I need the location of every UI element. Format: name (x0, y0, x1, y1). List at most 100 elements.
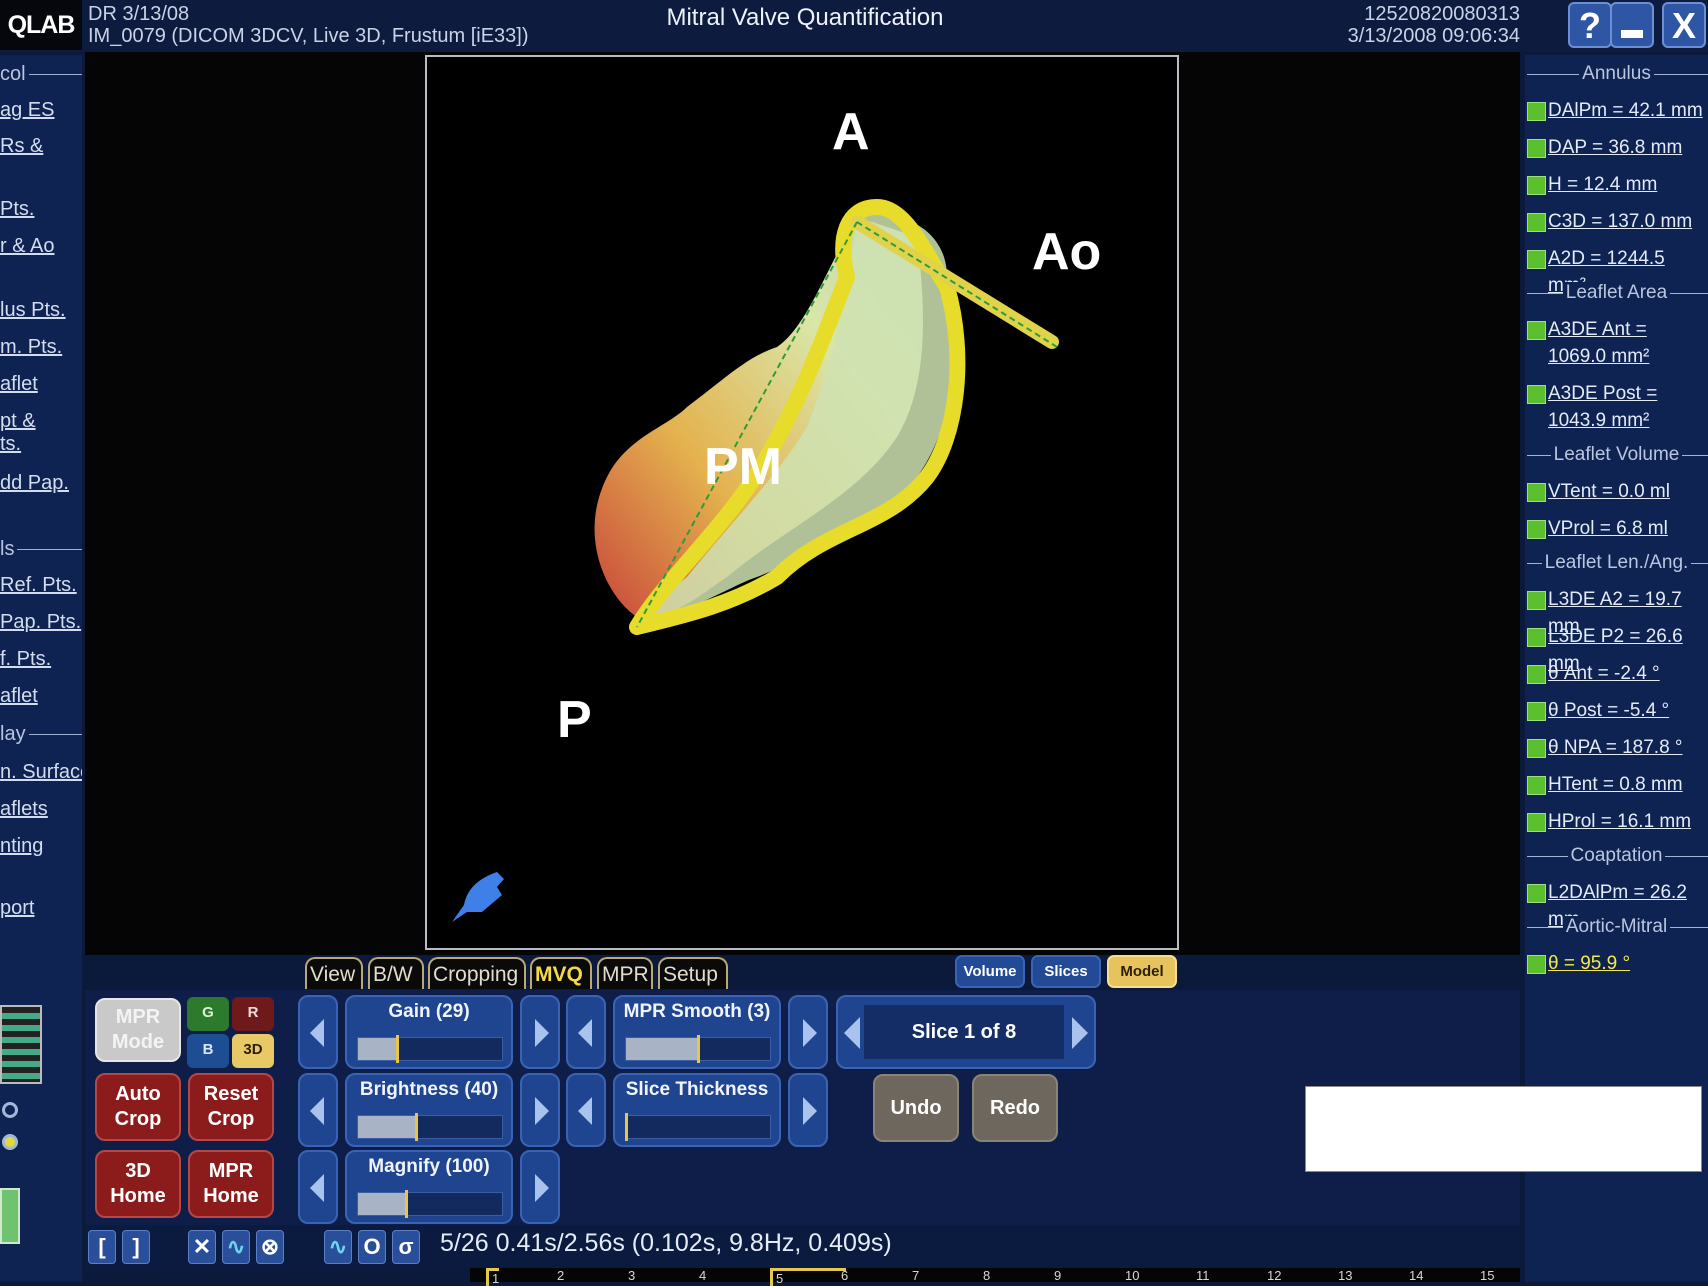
reset-crop-button[interactable]: Reset Crop (188, 1073, 274, 1141)
measurement-checkbox[interactable] (1527, 321, 1546, 340)
3d-home-button[interactable]: 3D Home (95, 1150, 181, 1218)
timeline-tick[interactable]: 15 (1480, 1268, 1494, 1283)
protocol-item[interactable]: dd Pap. (0, 472, 69, 495)
brightness-slider-thumb[interactable] (414, 1113, 418, 1141)
timeline-tick[interactable]: 12 (1267, 1268, 1281, 1283)
measurement-checkbox[interactable] (1527, 102, 1546, 121)
view-mode-model[interactable]: Model (1107, 955, 1177, 988)
measurement-value[interactable]: A3DE Post = 1043.9 mm² (1548, 380, 1706, 434)
measurement-value[interactable]: HProl = 16.1 mm (1548, 808, 1706, 835)
blue-channel-button[interactable]: B (187, 1034, 229, 1068)
loop-start-icon[interactable]: [ (88, 1230, 116, 1264)
protocol-item[interactable]: Rs & (0, 135, 43, 158)
protocol-item[interactable]: aflets (0, 798, 48, 821)
measurement-checkbox[interactable] (1527, 665, 1546, 684)
previous-slice-icon[interactable] (844, 1017, 860, 1049)
magnify-increase-button[interactable] (520, 1150, 560, 1224)
magnify-decrease-button[interactable] (298, 1150, 338, 1224)
next-slice-icon[interactable] (1072, 1017, 1088, 1049)
tab-mpr[interactable]: MPR (597, 957, 653, 989)
measurement-value[interactable]: HTent = 0.8 mm (1548, 771, 1706, 798)
timeline-tick[interactable]: 6 (841, 1268, 848, 1283)
view-mode-volume[interactable]: Volume (955, 955, 1025, 988)
protocol-item[interactable]: aflet (0, 685, 38, 708)
protocol-item[interactable]: Ref. Pts. (0, 574, 77, 597)
radio-option-1[interactable] (2, 1102, 18, 1118)
green-channel-button[interactable]: G (187, 997, 229, 1031)
red-channel-button[interactable]: R (232, 997, 274, 1031)
timeline-tick[interactable]: 13 (1338, 1268, 1352, 1283)
mpr-smooth-slider[interactable]: MPR Smooth (3) (613, 995, 781, 1069)
3d-channel-button[interactable]: 3D (232, 1034, 274, 1068)
mpr-home-button[interactable]: MPR Home (188, 1150, 274, 1218)
timeline-tick[interactable]: 2 (557, 1268, 564, 1283)
redo-button[interactable]: Redo (972, 1074, 1058, 1142)
slice-thickness-increase-button[interactable] (788, 1073, 828, 1147)
timeline-tick[interactable]: 5 (770, 1268, 846, 1286)
cine-thumbnail-icon[interactable] (0, 1005, 42, 1084)
timeline-tick[interactable]: 10 (1125, 1268, 1139, 1283)
measurement-value[interactable]: VTent = 0.0 ml (1548, 478, 1706, 505)
measurement-value[interactable]: θ Ant = -2.4 ° (1548, 660, 1706, 687)
protocol-item[interactable]: m. Pts. (0, 336, 62, 359)
close-button[interactable]: X (1662, 2, 1706, 48)
protocol-item[interactable]: f. Pts. (0, 648, 51, 671)
ecg-add-icon[interactable]: ∿ (324, 1230, 352, 1264)
measurement-checkbox[interactable] (1527, 483, 1546, 502)
tab-setup[interactable]: Setup (658, 957, 728, 989)
measurement-checkbox[interactable] (1527, 385, 1546, 404)
timeline-tick[interactable]: 11 (1196, 1268, 1210, 1283)
measurement-checkbox[interactable] (1527, 628, 1546, 647)
loop-end-icon[interactable]: ] (122, 1230, 150, 1264)
heart-orientation-icon[interactable] (442, 857, 512, 932)
measurement-checkbox[interactable] (1527, 955, 1546, 974)
auto-crop-button[interactable]: Auto Crop (95, 1073, 181, 1141)
cancel-icon[interactable]: ⊗ (256, 1230, 284, 1264)
measurement-checkbox[interactable] (1527, 739, 1546, 758)
protocol-item[interactable]: aflet (0, 373, 38, 396)
frame-timeline[interactable]: 1 2 3 4 5 6 7 8 9 10 11 12 13 14 15 (470, 1268, 1520, 1286)
timeline-tick[interactable]: 7 (912, 1268, 919, 1283)
add-marker-icon[interactable]: σ (392, 1230, 420, 1264)
measurement-value[interactable]: DAlPm = 42.1 mm (1548, 97, 1706, 124)
help-button[interactable]: ? (1568, 2, 1612, 48)
measurement-checkbox[interactable] (1527, 213, 1546, 232)
view-mode-slices[interactable]: Slices (1031, 955, 1101, 988)
measurement-checkbox[interactable] (1527, 776, 1546, 795)
measurement-checkbox[interactable] (1527, 813, 1546, 832)
measurement-checkbox[interactable] (1527, 520, 1546, 539)
tab-bw[interactable]: B/W (368, 957, 424, 989)
timeline-tick[interactable]: 8 (983, 1268, 990, 1283)
protocol-item[interactable]: n. Surface (0, 761, 82, 784)
protocol-item[interactable]: r & Ao (0, 235, 54, 258)
measurement-value[interactable]: H = 12.4 mm (1548, 171, 1706, 198)
magnify-slider[interactable]: Magnify (100) (345, 1150, 513, 1224)
protocol-item[interactable]: Pts. (0, 198, 34, 221)
gain-decrease-button[interactable] (298, 995, 338, 1069)
ecg-icon[interactable]: ∿ (222, 1230, 250, 1264)
measurement-value[interactable]: θ NPA = 187.8 ° (1548, 734, 1706, 761)
undo-button[interactable]: Undo (873, 1074, 959, 1142)
add-frame-icon[interactable]: Ο (358, 1230, 386, 1264)
tab-view[interactable]: View (305, 957, 363, 989)
3d-viewport[interactable]: A Ao PM P (425, 55, 1179, 950)
measurement-checkbox[interactable] (1527, 591, 1546, 610)
timeline-tick[interactable]: 9 (1054, 1268, 1061, 1283)
mpr-mode-button[interactable]: MPR Mode (95, 998, 181, 1062)
slice-thickness-slider-thumb[interactable] (625, 1113, 628, 1141)
measurement-value[interactable]: A3DE Ant = 1069.0 mm² (1548, 316, 1706, 370)
timeline-tick[interactable]: 1 (486, 1268, 500, 1286)
slice-thickness-decrease-button[interactable] (566, 1073, 606, 1147)
measurement-value[interactable]: θ = 95.9 ° (1548, 950, 1706, 977)
protocol-item[interactable]: nting (0, 835, 43, 858)
timeline-tick[interactable]: 4 (699, 1268, 706, 1283)
measurement-checkbox[interactable] (1527, 702, 1546, 721)
radio-option-2[interactable] (2, 1134, 18, 1150)
protocol-item[interactable]: port (0, 897, 34, 920)
gain-slider[interactable]: Gain (29) (345, 995, 513, 1069)
mpr-smooth-decrease-button[interactable] (566, 995, 606, 1069)
measurement-checkbox[interactable] (1527, 884, 1546, 903)
tab-cropping[interactable]: Cropping (428, 957, 526, 989)
magnify-slider-thumb[interactable] (404, 1190, 408, 1218)
protocol-item[interactable]: ts. (0, 433, 21, 456)
